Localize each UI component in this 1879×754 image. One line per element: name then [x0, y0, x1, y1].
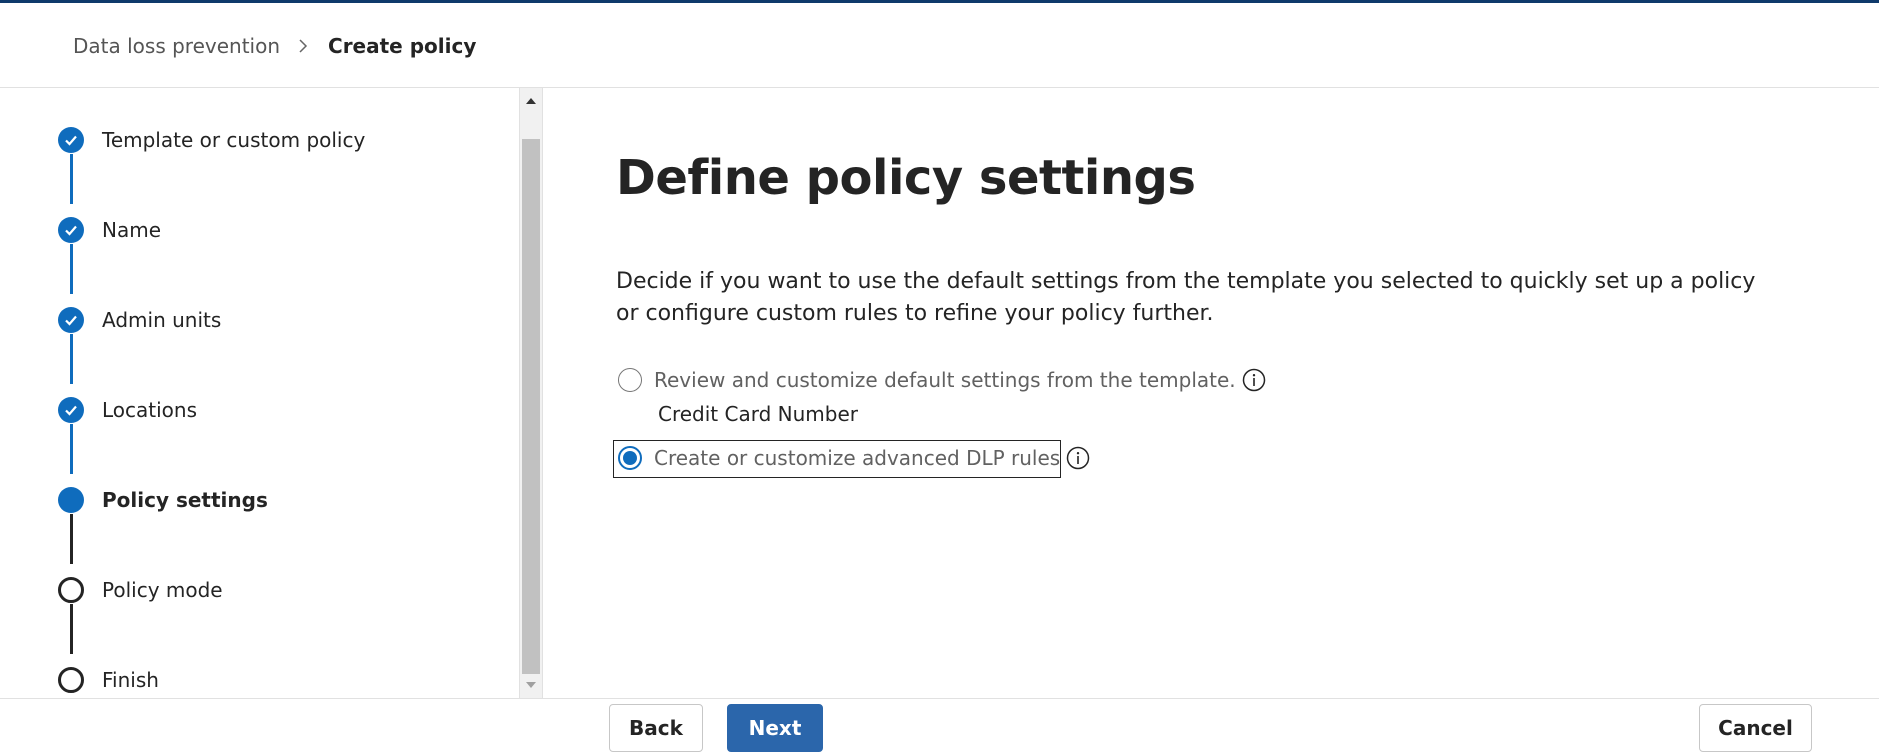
- breadcrumb-data-loss-prevention[interactable]: Data loss prevention: [73, 34, 280, 58]
- step-name[interactable]: Name: [58, 215, 161, 245]
- step-template-or-custom-policy[interactable]: Template or custom policy: [58, 125, 365, 155]
- step-admin-units[interactable]: Admin units: [58, 305, 221, 335]
- step-connector: [70, 514, 73, 564]
- step-policy-settings[interactable]: Policy settings: [58, 485, 268, 515]
- step-finish[interactable]: Finish: [58, 665, 159, 695]
- radio-button-selected[interactable]: [618, 446, 642, 470]
- scrollbar-thumb[interactable]: [522, 139, 540, 674]
- breadcrumb-create-policy: Create policy: [328, 34, 477, 58]
- step-connector: [70, 604, 73, 654]
- step-label: Admin units: [102, 308, 222, 332]
- stepper-scrollbar[interactable]: [519, 88, 543, 698]
- footer-divider: [0, 698, 1879, 699]
- empty-circle-icon: [58, 667, 84, 693]
- current-step-dot-icon: [58, 487, 84, 513]
- info-icon[interactable]: [1066, 446, 1090, 470]
- page-title: Define policy settings: [616, 150, 1196, 206]
- step-connector: [70, 154, 73, 204]
- step-label: Name: [102, 218, 162, 242]
- option-advanced-dlp-rules[interactable]: Create or customize advanced DLP rules: [618, 446, 1090, 470]
- info-icon[interactable]: [1242, 368, 1266, 392]
- template-name-text: Credit Card Number: [658, 402, 858, 426]
- option-label: Create or customize advanced DLP rules: [654, 446, 1061, 470]
- chevron-right-icon: [298, 38, 308, 54]
- radio-button[interactable]: [618, 368, 642, 392]
- option-review-default-settings[interactable]: Review and customize default settings fr…: [618, 368, 1266, 392]
- step-label: Finish: [102, 668, 159, 692]
- page-description: Decide if you want to use the default se…: [616, 269, 1756, 326]
- breadcrumb: Data loss prevention Create policy: [73, 32, 476, 60]
- step-label: Locations: [102, 398, 198, 422]
- step-label: Template or custom policy: [102, 128, 366, 152]
- checkmark-icon: [58, 127, 84, 153]
- back-button[interactable]: Back: [609, 704, 703, 752]
- scroll-up-arrow-icon[interactable]: [520, 90, 542, 112]
- step-label: Policy mode: [102, 578, 223, 602]
- step-connector: [70, 334, 73, 384]
- top-accent-bar: [0, 0, 1879, 3]
- checkmark-icon: [58, 397, 84, 423]
- step-locations[interactable]: Locations: [58, 395, 197, 425]
- step-policy-mode[interactable]: Policy mode: [58, 575, 223, 605]
- step-connector: [70, 424, 73, 474]
- checkmark-icon: [58, 217, 84, 243]
- step-label: Policy settings: [102, 488, 268, 512]
- empty-circle-icon: [58, 577, 84, 603]
- next-button[interactable]: Next: [727, 704, 823, 752]
- option-label: Review and customize default settings fr…: [654, 368, 1236, 392]
- cancel-button[interactable]: Cancel: [1699, 704, 1812, 752]
- checkmark-icon: [58, 307, 84, 333]
- step-connector: [70, 244, 73, 294]
- wizard-stepper: Template or custom policy Name Admin uni…: [0, 88, 520, 698]
- scroll-down-arrow-icon[interactable]: [520, 674, 542, 696]
